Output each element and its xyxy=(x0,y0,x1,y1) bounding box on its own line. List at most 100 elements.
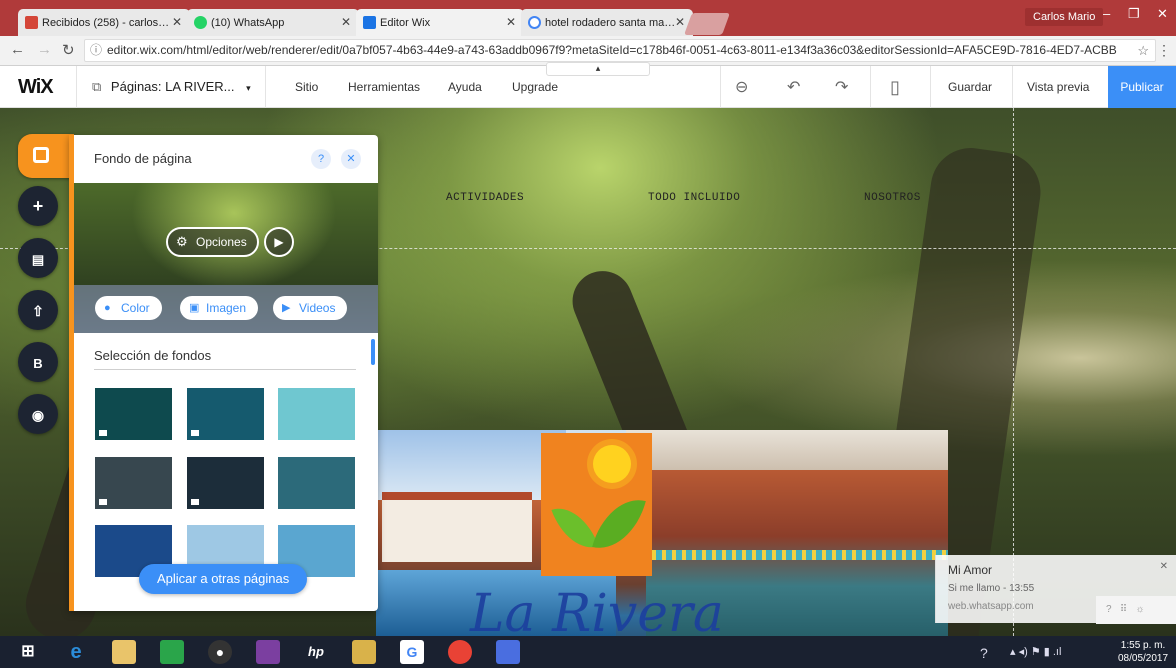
sun-icon xyxy=(593,445,631,483)
undo-icon[interactable]: ↶ xyxy=(787,77,800,97)
help-button[interactable]: ? xyxy=(311,149,331,169)
tab-whatsapp[interactable]: (10) WhatsApp ✕ xyxy=(187,9,359,36)
google-icon xyxy=(528,16,541,29)
blog-button[interactable]: B xyxy=(18,342,58,382)
site-nav-nosotros[interactable]: NOSOTROS xyxy=(864,192,921,204)
color-button[interactable]: ● Color xyxy=(95,296,162,320)
video-camera-icon xyxy=(99,430,107,436)
close-tab-icon[interactable]: ✕ xyxy=(675,15,685,29)
upload-button[interactable]: ⇧ xyxy=(18,290,58,330)
site-nav-todo-incluido[interactable]: TODO INCLUIDO xyxy=(648,192,740,204)
app-market-button[interactable]: ▤ xyxy=(18,238,58,278)
background-thumbnail[interactable] xyxy=(278,457,355,509)
tab-title: (10) WhatsApp xyxy=(211,16,285,29)
tab-gmail[interactable]: Recibidos (258) - carlos… ✕ xyxy=(18,9,190,36)
apply-to-other-pages-button[interactable]: Aplicar a otras páginas xyxy=(139,564,308,594)
collapse-topbar-icon[interactable]: ▴ xyxy=(546,62,650,76)
notes-app-icon[interactable] xyxy=(352,640,376,664)
close-window-icon[interactable]: ✕ xyxy=(1157,6,1168,22)
mobile-view-icon[interactable]: ▯ xyxy=(890,77,900,98)
publisher-icon[interactable] xyxy=(496,640,520,664)
windows-start-icon[interactable]: ⊞ xyxy=(16,640,40,664)
chat-icon: ◉ xyxy=(31,407,45,423)
photo-building xyxy=(382,492,532,562)
photos-app-icon[interactable] xyxy=(256,640,280,664)
video-camera-icon xyxy=(191,499,199,505)
profile-badge[interactable]: Carlos Mario xyxy=(1025,8,1104,26)
chat-button[interactable]: ◉ xyxy=(18,394,58,434)
reload-icon[interactable]: ↻ xyxy=(62,41,75,59)
close-panel-button[interactable]: ✕ xyxy=(341,149,361,169)
maximize-icon[interactable]: ❐ xyxy=(1128,6,1140,22)
videos-label: Videos xyxy=(299,301,336,315)
close-tab-icon[interactable]: ✕ xyxy=(172,15,182,29)
scrollbar[interactable] xyxy=(371,339,375,365)
tab-google-search[interactable]: hotel rodadero santa ma… ✕ xyxy=(521,9,693,36)
internet-explorer-icon[interactable]: e xyxy=(64,640,88,664)
videos-button[interactable]: ▶ Videos xyxy=(273,296,348,320)
zoom-icon[interactable]: ⊖ xyxy=(735,77,748,97)
google-app-icon[interactable]: G xyxy=(400,640,424,664)
notification-source: web.whatsapp.com xyxy=(948,601,1034,612)
site-nav-actividades[interactable]: ACTIVIDADES xyxy=(446,192,524,204)
chrome-icon[interactable] xyxy=(448,640,472,664)
wix-logo: WiX xyxy=(18,76,54,98)
background-thumbnail[interactable] xyxy=(95,388,172,440)
background-thumbnail[interactable] xyxy=(187,457,264,509)
photo-sky xyxy=(376,430,566,500)
divider xyxy=(265,66,266,108)
hotel-logo[interactable] xyxy=(541,433,652,576)
help-widget[interactable]: ? ⠿ ☼ xyxy=(1096,596,1176,624)
menu-sitio[interactable]: Sitio xyxy=(295,80,318,94)
preview-button[interactable]: Vista previa xyxy=(1027,80,1089,94)
info-icon[interactable]: ⓘ xyxy=(90,40,102,61)
image-button[interactable]: ▣ Imagen xyxy=(180,296,259,320)
menu-upgrade[interactable]: Upgrade xyxy=(512,80,558,94)
drop-icon: ● xyxy=(104,302,111,314)
file-explorer-icon[interactable] xyxy=(112,640,136,664)
minimize-icon[interactable]: – xyxy=(1103,6,1110,21)
bookmark-star-icon[interactable]: ☆ xyxy=(1137,40,1149,61)
add-button[interactable]: + xyxy=(18,186,58,226)
chevron-down-icon: ▾ xyxy=(246,83,251,93)
background-tool-button[interactable] xyxy=(18,134,74,178)
redo-icon[interactable]: ↷ xyxy=(835,77,848,97)
background-thumbnail[interactable] xyxy=(95,457,172,509)
gear-icon: ⚙ xyxy=(176,234,188,249)
brand-wordmark[interactable]: La Rivera xyxy=(470,584,724,636)
url-field[interactable]: ⓘ editor.wix.com/html/editor/web/rendere… xyxy=(84,39,1156,62)
new-tab-button[interactable] xyxy=(683,13,731,35)
tab-title: Recibidos (258) - carlos… xyxy=(42,16,170,29)
close-tab-icon[interactable]: ✕ xyxy=(506,15,516,29)
camera-app-icon[interactable]: ● xyxy=(208,640,232,664)
store-icon[interactable] xyxy=(160,640,184,664)
divider xyxy=(930,66,931,108)
hp-icon[interactable]: hp xyxy=(304,640,328,664)
image-label: Imagen xyxy=(206,301,247,315)
store-icon: ▤ xyxy=(31,252,45,267)
play-button[interactable]: ▶ xyxy=(264,227,294,257)
background-thumbnail[interactable] xyxy=(187,388,264,440)
publish-button[interactable]: Publicar xyxy=(1108,66,1176,108)
leaf-icon xyxy=(592,490,646,558)
tab-wix-editor[interactable]: Editor Wix ✕ xyxy=(356,9,524,36)
browser-menu-icon[interactable]: ⋮ xyxy=(1157,42,1171,59)
options-button[interactable]: ⚙ Opciones xyxy=(166,227,259,257)
play-icon: ▶ xyxy=(274,235,284,249)
plus-icon: + xyxy=(32,196,44,216)
system-clock[interactable]: 1:55 p. m. 08/05/2017 xyxy=(1118,639,1168,665)
pages-dropdown[interactable]: ⧉ Páginas: LA RIVER... ▾ xyxy=(92,79,251,95)
back-icon[interactable]: ← xyxy=(10,41,25,58)
close-notification-icon[interactable]: ✕ xyxy=(1160,561,1168,572)
forward-icon[interactable]: → xyxy=(37,41,52,58)
source-bar: ● Color ▣ Imagen ▶ Videos xyxy=(74,285,378,333)
tray-icons[interactable]: ▴ ◂) ⚑ ▮ .ıl xyxy=(1010,645,1061,658)
background-thumbnail[interactable] xyxy=(278,388,355,440)
windows-taskbar: ⊞ e ● hp G ? ▴ ◂) ⚑ ▮ .ıl 1:55 p. m. 08/… xyxy=(0,636,1176,668)
help-tray-icon[interactable]: ? xyxy=(980,645,988,661)
menu-ayuda[interactable]: Ayuda xyxy=(448,80,482,94)
save-button[interactable]: Guardar xyxy=(948,80,992,94)
close-tab-icon[interactable]: ✕ xyxy=(341,15,351,29)
menu-herramientas[interactable]: Herramientas xyxy=(348,80,420,94)
cloud-upload-icon: ⇧ xyxy=(32,303,44,319)
